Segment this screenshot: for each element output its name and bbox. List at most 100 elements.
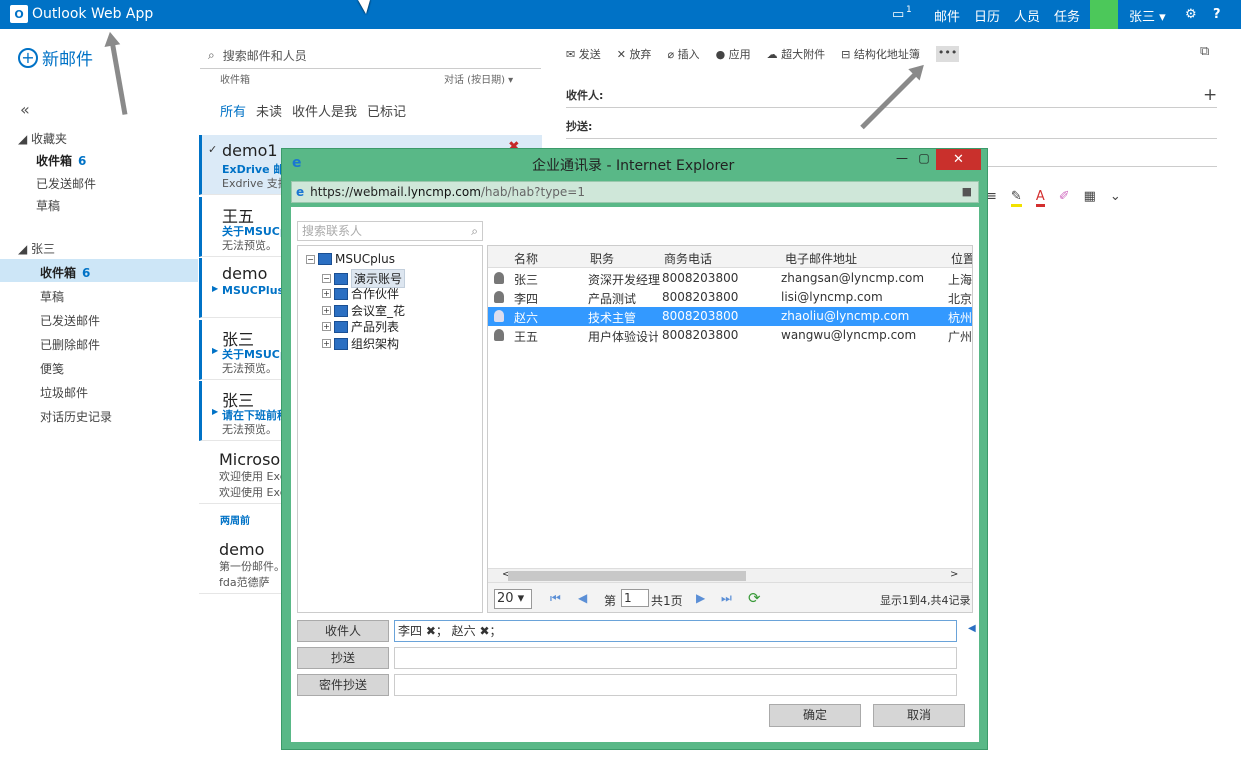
folder-sent[interactable]: 已发送邮件	[40, 312, 100, 329]
list-folder-label: 收件箱	[220, 75, 250, 86]
filter-flagged[interactable]: 已标记	[367, 101, 406, 120]
folder-drafts[interactable]: 草稿	[40, 288, 64, 305]
help-icon[interactable]: ?	[1213, 7, 1221, 22]
subject-field[interactable]	[988, 166, 1217, 167]
tree-node-partners[interactable]: + 合作伙伴	[322, 285, 399, 302]
first-page-icon[interactable]: ⏮	[550, 591, 561, 606]
contact-search-input[interactable]: 搜索联系人 ⌕	[297, 221, 483, 241]
to-button[interactable]: 收件人	[297, 620, 389, 642]
expand-conversation-icon[interactable]: ▶	[212, 284, 218, 293]
folder-junk[interactable]: 垃圾邮件	[40, 384, 88, 401]
gear-icon[interactable]: ⚙	[1185, 7, 1197, 22]
sort-dropdown[interactable]: 对话 (按日期) ▾	[444, 71, 513, 86]
scroll-right-icon[interactable]: >	[950, 569, 958, 580]
collapse-pane-icon[interactable]: «	[20, 100, 30, 119]
to-recipients-field[interactable]: 李四 ✖； 赵六 ✖；	[394, 620, 957, 642]
more-button[interactable]: •••	[935, 46, 960, 62]
refresh-icon[interactable]: ⟳	[748, 589, 761, 607]
maximize-icon[interactable]: ▢	[909, 151, 939, 171]
next-page-icon[interactable]: ▶	[696, 591, 705, 605]
org-icon	[334, 287, 348, 300]
search-input[interactable]: 搜索邮件和人员	[223, 47, 307, 64]
favorites-drafts[interactable]: 草稿	[36, 197, 60, 214]
structured-addressbook-button[interactable]: ⊟ 结构化地址簿	[841, 46, 920, 62]
presence-indicator	[1090, 0, 1118, 29]
col-email[interactable]: 电子邮件地址	[785, 250, 857, 267]
cc-recipients-field[interactable]	[394, 647, 957, 669]
table-icon[interactable]: ▦	[1084, 189, 1096, 207]
folder-conversation-history[interactable]: 对话历史记录	[40, 408, 112, 425]
send-button[interactable]: ✉ 发送	[566, 46, 601, 62]
font-color-icon[interactable]: A	[1035, 189, 1045, 207]
highlight-icon[interactable]: ✎	[1010, 189, 1022, 207]
collapse-node-icon[interactable]: −	[322, 274, 331, 283]
nav-calendar[interactable]: 日历	[974, 6, 1000, 25]
nav-people[interactable]: 人员	[1014, 6, 1040, 25]
popout-icon[interactable]: ⧉	[1200, 44, 1209, 59]
insert-button[interactable]: ⌀ 插入	[667, 46, 699, 62]
search-icon[interactable]: ⌕	[471, 222, 478, 240]
table-row[interactable]: 张三 资深开发经理 8008203800 zhangsan@lyncmp.com…	[488, 269, 972, 288]
expand-conversation-icon[interactable]: ▶	[212, 346, 218, 355]
table-row[interactable]: 赵六 技术主管 8008203800 zhaoliu@lyncmp.com 杭州	[488, 307, 972, 326]
folder-inbox[interactable]: 收件箱 6	[40, 264, 90, 281]
app-logo[interactable]: O Outlook Web App	[10, 5, 153, 23]
col-name[interactable]: 名称	[514, 250, 538, 267]
user-folders-header[interactable]: ◢ 张三	[18, 240, 55, 257]
org-icon	[318, 253, 332, 265]
calendar-icon[interactable]: ▭	[892, 7, 904, 22]
discard-button[interactable]: ✕ 放弃	[617, 46, 652, 62]
favorites-inbox[interactable]: 收件箱 6	[36, 152, 86, 169]
col-phone[interactable]: 商务电话	[664, 250, 712, 267]
bcc-recipients-field[interactable]	[394, 674, 957, 696]
cc-button[interactable]: 抄送	[297, 647, 389, 669]
page-size-select[interactable]: 20 ▾	[494, 589, 532, 609]
cancel-button[interactable]: 取消	[873, 704, 965, 727]
close-icon[interactable]: ✕	[936, 149, 981, 170]
tree-node-msucplus[interactable]: − MSUCplus	[306, 252, 395, 266]
add-recipient-icon[interactable]: +	[1203, 85, 1217, 105]
tree-node-products[interactable]: + 产品列表	[322, 318, 399, 335]
search-box[interactable]: ⌕ 搜索邮件和人员	[200, 43, 541, 69]
col-title[interactable]: 职务	[590, 250, 614, 267]
table-row[interactable]: 李四 产品测试 8008203800 lisi@lyncmp.com 北京	[488, 288, 972, 307]
expand-node-icon[interactable]: +	[322, 289, 331, 298]
filter-unread[interactable]: 未读	[256, 101, 282, 120]
dialog-titlebar[interactable]: e 企业通讯录 - Internet Explorer — ▢ ✕	[282, 149, 987, 177]
prev-page-icon[interactable]: ◀	[578, 591, 587, 605]
last-page-icon[interactable]: ⏭	[721, 591, 732, 606]
nav-tasks[interactable]: 任务	[1054, 6, 1080, 25]
expand-node-icon[interactable]: +	[322, 339, 331, 348]
apps-button[interactable]: ● 应用	[716, 46, 751, 62]
address-bar[interactable]: e https://webmail.lyncmp.com/hab/hab?typ…	[291, 181, 979, 203]
tree-node-meeting-rooms[interactable]: + 会议室_花	[322, 302, 405, 319]
ok-button[interactable]: 确定	[769, 704, 861, 727]
folder-deleted[interactable]: 已删除邮件	[40, 336, 100, 353]
format-toolbar: ≡ ✎ A ✐ ▦ ⌄	[986, 189, 1121, 207]
favorites-header[interactable]: ◢ 收藏夹	[18, 130, 67, 147]
cc-field[interactable]: 抄送:	[566, 118, 1217, 139]
filter-to-me[interactable]: 收件人是我	[292, 101, 357, 120]
tree-node-org-structure[interactable]: + 组织架构	[322, 335, 399, 352]
clear-format-icon[interactable]: ✐	[1059, 189, 1070, 207]
expand-node-icon[interactable]: +	[322, 322, 331, 331]
new-mail-button[interactable]: + 新邮件	[18, 45, 93, 70]
favorites-sent[interactable]: 已发送邮件	[36, 175, 96, 192]
collapse-node-icon[interactable]: −	[306, 254, 315, 264]
horizontal-scrollbar[interactable]: < >	[488, 568, 972, 582]
scrollbar-thumb[interactable]	[508, 571, 746, 581]
pager: 20 ▾ ⏮ ◀ 第 1 共1页 ▶ ⏭ ⟳ 显示1到4,共4记录	[488, 582, 972, 612]
expand-conversation-icon[interactable]: ▶	[212, 407, 218, 416]
collapse-arrow-icon[interactable]: ◀	[968, 623, 976, 634]
user-menu[interactable]: 张三 ▾	[1129, 6, 1166, 25]
table-row[interactable]: 王五 用户体验设计师 8008203800 wangwu@lyncmp.com …	[488, 326, 972, 345]
folder-notes[interactable]: 便笺	[40, 360, 64, 377]
page-number-input[interactable]: 1	[621, 589, 649, 607]
expand-node-icon[interactable]: +	[322, 306, 331, 315]
col-location[interactable]: 位置	[951, 250, 972, 267]
more-format-icon[interactable]: ⌄	[1110, 189, 1121, 207]
large-attachment-button[interactable]: ☁ 超大附件	[767, 46, 826, 62]
nav-mail[interactable]: 邮件	[934, 6, 960, 25]
bcc-button[interactable]: 密件抄送	[297, 674, 389, 696]
filter-all[interactable]: 所有	[220, 101, 246, 120]
